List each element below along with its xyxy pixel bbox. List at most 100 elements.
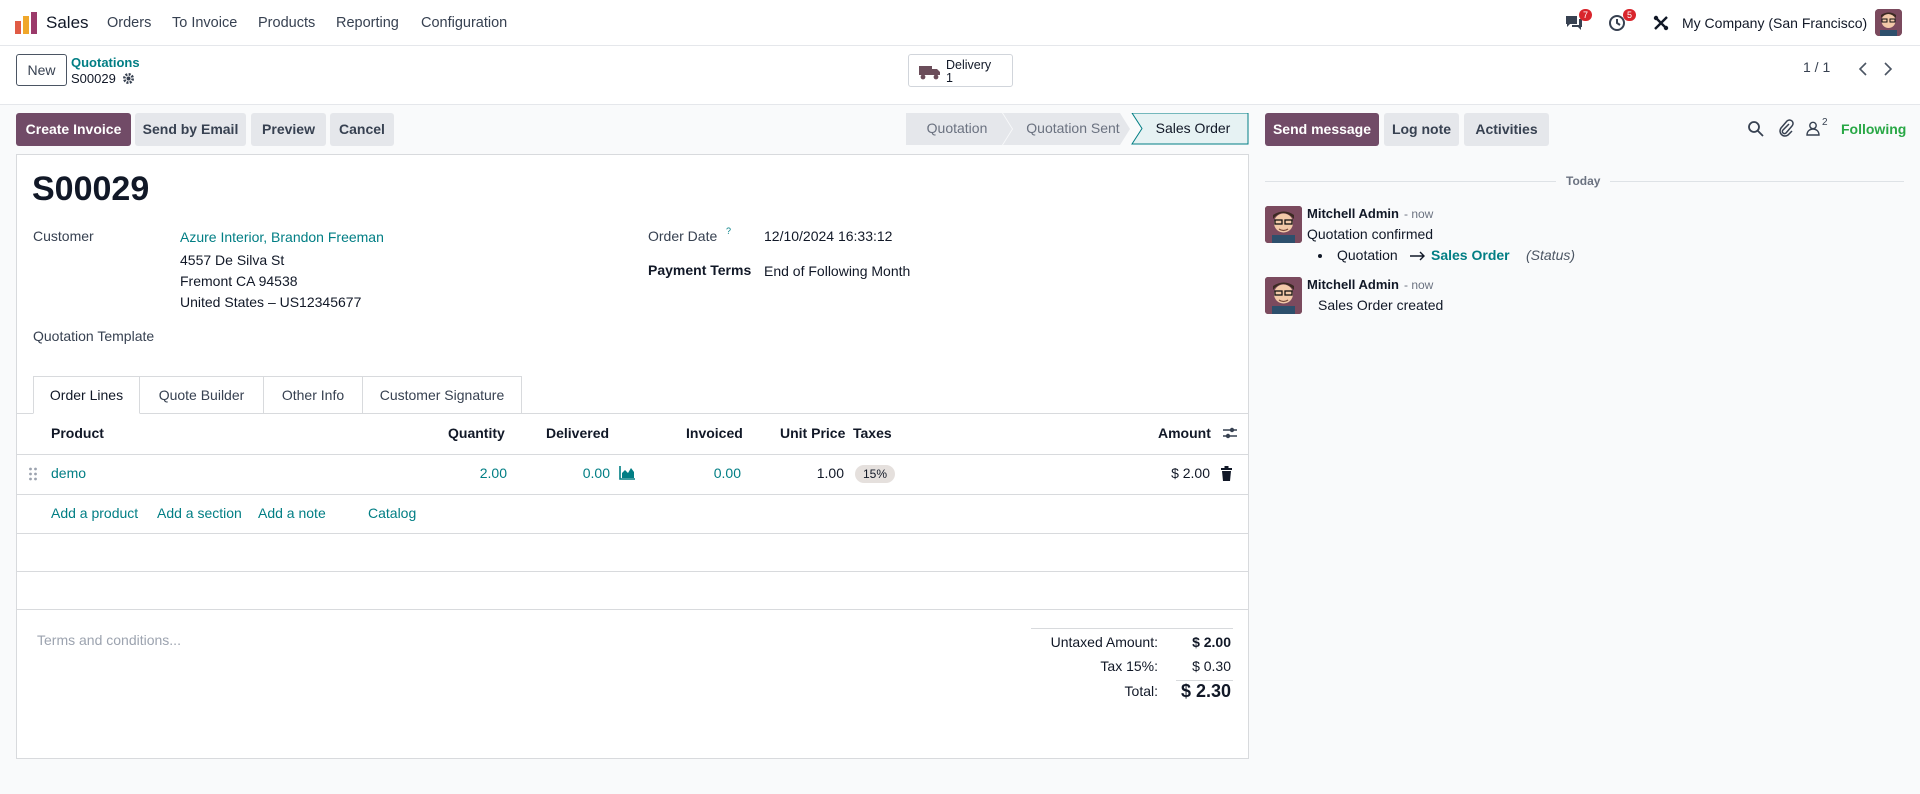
new-button[interactable]: New <box>16 54 67 86</box>
order-date-label: Order Date <box>648 228 718 244</box>
column-invoiced[interactable]: Invoiced <box>686 425 743 441</box>
total-value: $ 2.30 <box>1180 681 1231 701</box>
customer-address-line1: 4557 De Silva St <box>180 252 285 268</box>
delivery-count: 1 <box>946 71 953 85</box>
area-chart-icon[interactable] <box>619 465 636 480</box>
add-section-link[interactable]: Add a section <box>157 505 242 521</box>
author-avatar[interactable] <box>1265 277 1302 314</box>
pager-next-icon[interactable] <box>1873 55 1903 83</box>
preview-button[interactable]: Preview <box>251 113 326 146</box>
line-unit-price[interactable]: 1.00 <box>780 465 844 481</box>
customer-link[interactable]: Azure Interior, Brandon Freeman <box>180 229 384 245</box>
order-date-help-icon[interactable]: ? <box>726 226 731 236</box>
tax-value: $ 0.30 <box>1192 658 1231 674</box>
message-author[interactable]: Mitchell Admin <box>1307 206 1399 221</box>
cancel-button[interactable]: Cancel <box>330 113 394 146</box>
row-divider <box>16 571 1249 572</box>
tracking-bullet <box>1318 254 1322 258</box>
create-invoice-button[interactable]: Create Invoice <box>16 113 131 146</box>
line-delivered[interactable]: 0.00 <box>550 465 610 481</box>
menu-products[interactable]: Products <box>258 15 315 31</box>
line-product[interactable]: demo <box>51 465 86 481</box>
stage-sales-order[interactable]: Sales Order <box>1142 113 1244 144</box>
row-divider <box>16 533 1249 534</box>
following-button[interactable]: Following <box>1841 121 1906 137</box>
message-time: - now <box>1404 207 1434 221</box>
activities-icon[interactable]: 5 <box>1608 9 1636 32</box>
stage-quotation-sent[interactable]: Quotation Sent <box>1012 113 1134 144</box>
customer-address-line3: United States – US12345677 <box>180 294 362 310</box>
tracking-field: (Status) <box>1526 247 1576 263</box>
tax-badge[interactable]: 15% <box>855 465 896 483</box>
tracking-new-value: Sales Order <box>1431 247 1510 263</box>
record-title: S00029 <box>32 170 150 208</box>
optional-columns-icon[interactable] <box>1222 425 1238 441</box>
tab-quote-builder[interactable]: Quote Builder <box>140 376 264 414</box>
messages-icon[interactable]: 7 <box>1564 9 1592 32</box>
catalog-link[interactable]: Catalog <box>368 505 416 521</box>
user-avatar[interactable] <box>1875 9 1902 36</box>
activities-badge: 5 <box>1622 9 1636 21</box>
app-name[interactable]: Sales <box>46 13 89 33</box>
menu-orders[interactable]: Orders <box>107 15 151 31</box>
debug-tools-icon[interactable] <box>1652 14 1670 32</box>
column-delivered[interactable]: Delivered <box>546 425 609 441</box>
activities-button[interactable]: Activities <box>1464 113 1549 146</box>
row-divider <box>16 609 1249 610</box>
message-time: - now <box>1404 278 1434 292</box>
add-product-link[interactable]: Add a product <box>51 505 138 521</box>
send-by-email-button[interactable]: Send by Email <box>135 113 246 146</box>
author-avatar[interactable] <box>1265 206 1302 243</box>
delivery-smart-button[interactable]: Delivery 1 <box>908 54 1013 87</box>
column-product[interactable]: Product <box>51 425 104 441</box>
column-unit-price[interactable]: Unit Price <box>780 425 845 441</box>
followers-icon[interactable] <box>1806 121 1820 136</box>
log-note-button[interactable]: Log note <box>1384 113 1459 146</box>
untaxed-value: $ 2.00 <box>1192 634 1231 650</box>
customer-label: Customer <box>33 228 94 244</box>
menu-configuration[interactable]: Configuration <box>421 15 507 31</box>
pager-value[interactable]: 1 / 1 <box>1803 59 1830 75</box>
tab-order-lines[interactable]: Order Lines <box>33 376 140 414</box>
message-body: Sales Order created <box>1318 297 1444 313</box>
company-switcher[interactable]: My Company (San Francisco) <box>1682 15 1867 31</box>
messages-badge: 7 <box>1578 9 1592 21</box>
breadcrumb-parent[interactable]: Quotations <box>71 55 140 70</box>
order-date-value[interactable]: 12/10/2024 16:33:12 <box>764 228 892 244</box>
message-author[interactable]: Mitchell Admin <box>1307 277 1399 292</box>
total-label: Total: <box>1124 683 1158 699</box>
tax-label: Tax 15%: <box>1100 658 1158 674</box>
terms-input[interactable]: Terms and conditions... <box>37 632 181 648</box>
tab-other-info[interactable]: Other Info <box>264 376 363 414</box>
line-amount: $ 2.00 <box>1171 465 1210 481</box>
menu-to-invoice[interactable]: To Invoice <box>172 15 237 31</box>
paperclip-icon[interactable] <box>1778 119 1794 137</box>
truck-icon <box>919 66 940 80</box>
payment-terms-value[interactable]: End of Following Month <box>764 263 910 279</box>
untaxed-label: Untaxed Amount: <box>1050 634 1158 650</box>
breadcrumb-current: S00029 <box>71 71 116 86</box>
followers-count[interactable]: 2 <box>1822 117 1828 128</box>
add-note-link[interactable]: Add a note <box>258 505 326 521</box>
delete-line-icon[interactable] <box>1220 466 1233 481</box>
column-taxes[interactable]: Taxes <box>853 425 892 441</box>
totals-divider <box>1031 628 1233 629</box>
line-invoiced[interactable]: 0.00 <box>680 465 741 481</box>
gear-icon[interactable] <box>122 72 135 85</box>
drag-handle-icon[interactable] <box>28 466 38 482</box>
table-header-divider <box>16 454 1249 455</box>
tracking-old-value: Quotation <box>1337 247 1398 263</box>
column-amount[interactable]: Amount <box>1158 425 1211 441</box>
send-message-button[interactable]: Send message <box>1265 113 1379 146</box>
line-quantity[interactable]: 2.00 <box>448 465 507 481</box>
stage-quotation[interactable]: Quotation <box>906 113 1008 144</box>
tab-customer-signature[interactable]: Customer Signature <box>363 376 522 414</box>
search-icon[interactable] <box>1747 120 1764 137</box>
menu-reporting[interactable]: Reporting <box>336 15 399 31</box>
payment-terms-label: Payment Terms <box>648 262 752 278</box>
row-divider <box>16 494 1249 495</box>
sales-app-icon[interactable] <box>14 12 38 34</box>
arrow-right-icon <box>1410 251 1425 261</box>
customer-address-line2: Fremont CA 94538 <box>180 273 298 289</box>
column-quantity[interactable]: Quantity <box>448 425 505 441</box>
